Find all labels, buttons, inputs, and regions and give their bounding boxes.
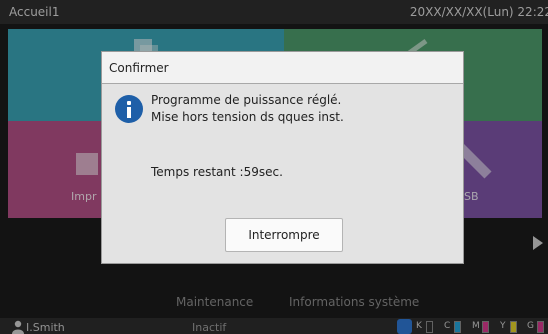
time-remaining: Temps restant :59sec.	[151, 165, 283, 179]
dialog-title: Confirmer	[109, 61, 169, 75]
info-icon	[115, 95, 143, 123]
interrupt-button[interactable]: Interrompre	[225, 218, 343, 252]
dialog-message-line-2: Mise hors tension ds qques inst.	[151, 110, 344, 124]
confirm-dialog: Confirmer Programme de puissance réglé. …	[101, 51, 464, 264]
home-screen: Accueil1 20XX/XX/XX(Lun) 22:22 Impr SB M…	[0, 0, 548, 334]
dialog-message-line-1: Programme de puissance réglé.	[151, 93, 342, 107]
dialog-header: Confirmer	[102, 52, 463, 84]
